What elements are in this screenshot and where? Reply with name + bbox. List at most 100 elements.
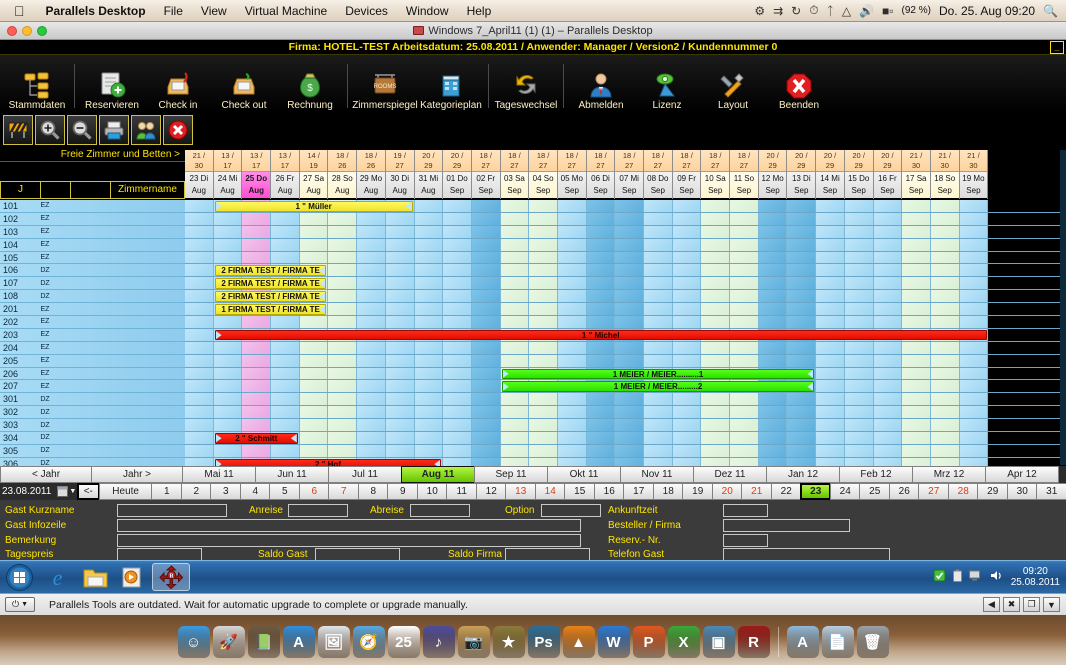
- grid-cell[interactable]: [586, 200, 616, 212]
- grid-cell[interactable]: [644, 406, 673, 419]
- grid-cell[interactable]: [443, 444, 472, 457]
- grid-cell[interactable]: [414, 419, 444, 432]
- grid-cell[interactable]: [787, 316, 817, 328]
- grid-cell[interactable]: [959, 290, 989, 303]
- hotel-app-icon[interactable]: R: [152, 563, 190, 591]
- left-arrow-icon[interactable]: ◀: [983, 597, 1000, 612]
- date-column[interactable]: 18 /27 08 Do Sep: [644, 150, 673, 199]
- year-next-button[interactable]: Jahr >: [91, 466, 183, 483]
- grid-cell[interactable]: [443, 225, 472, 238]
- grid-cell[interactable]: [357, 225, 386, 238]
- date-column[interactable]: 18 /27 05 Mo Sep: [557, 150, 587, 199]
- grid-row[interactable]: [185, 341, 1060, 355]
- grid-cell[interactable]: [443, 406, 472, 419]
- grid-cell[interactable]: [816, 432, 845, 444]
- grid-cell[interactable]: [959, 380, 989, 393]
- app-store-icon[interactable]: A: [282, 626, 315, 658]
- grid-cell[interactable]: [557, 264, 587, 277]
- grid-cell[interactable]: [471, 212, 501, 225]
- grid-cell[interactable]: [271, 367, 300, 380]
- grid-cell[interactable]: [213, 354, 243, 367]
- reservation-bar[interactable]: 1 MEIER / MEIER..........1: [501, 368, 815, 380]
- printer-icon[interactable]: [99, 115, 129, 145]
- grid-cell[interactable]: [701, 354, 731, 367]
- photoshop-icon[interactable]: Ps: [527, 626, 560, 658]
- grid-cell[interactable]: [557, 444, 587, 457]
- day-button[interactable]: 20: [711, 483, 743, 500]
- grid-cell[interactable]: [586, 444, 616, 457]
- grid-cell[interactable]: [414, 277, 444, 290]
- grid-cell[interactable]: [844, 264, 874, 277]
- grid-cell[interactable]: [242, 393, 272, 406]
- grid-cell[interactable]: [213, 367, 243, 380]
- word-icon[interactable]: W: [597, 626, 630, 658]
- grid-cell[interactable]: [758, 251, 788, 264]
- form-input[interactable]: [117, 504, 227, 517]
- grid-cell[interactable]: [385, 419, 415, 432]
- network-icon[interactable]: [968, 569, 983, 585]
- reservation-bar[interactable]: 2 " Schmitt: [214, 433, 298, 444]
- spotlight-search-icon[interactable]: 🔍: [1043, 4, 1058, 18]
- grid-cell[interactable]: [357, 290, 386, 303]
- grid-cell[interactable]: [443, 212, 472, 225]
- grid-cell[interactable]: [328, 303, 358, 316]
- grid-cell[interactable]: [414, 367, 444, 380]
- grid-cell[interactable]: [873, 367, 903, 380]
- grid-cell[interactable]: [529, 303, 558, 316]
- grid-row[interactable]: 2 FIRMA TEST / FIRMA TE: [185, 290, 1060, 304]
- room-row[interactable]: 104 EZ: [0, 238, 185, 252]
- grid-row[interactable]: [185, 419, 1060, 433]
- grid-cell[interactable]: [185, 303, 214, 316]
- grid-row[interactable]: [185, 406, 1060, 420]
- date-column[interactable]: 20 /29 14 Mi Sep: [816, 150, 845, 199]
- date-column[interactable]: 20 /29 16 Fr Sep: [873, 150, 903, 199]
- day-button[interactable]: 6: [298, 483, 330, 500]
- form-input[interactable]: [117, 534, 581, 547]
- grid-cell[interactable]: [615, 277, 644, 290]
- grid-cell[interactable]: [787, 200, 817, 212]
- grid-cell[interactable]: [500, 316, 530, 328]
- reservation-bar[interactable]: 2 FIRMA TEST / FIRMA TE: [214, 265, 327, 276]
- date-column[interactable]: 21 /30 17 Sa Sep: [902, 150, 931, 199]
- grid-cell[interactable]: [758, 212, 788, 225]
- grid-cell[interactable]: [185, 380, 214, 393]
- grid-cell[interactable]: [299, 380, 329, 393]
- grid-cell[interactable]: [758, 419, 788, 432]
- grid-cell[interactable]: [271, 238, 300, 251]
- grid-cell[interactable]: [816, 406, 845, 419]
- grid-cell[interactable]: [672, 406, 702, 419]
- grid-cell[interactable]: [328, 380, 358, 393]
- guests-icon[interactable]: [131, 115, 161, 145]
- room-row[interactable]: 305 DZ: [0, 444, 185, 458]
- grid-cell[interactable]: [357, 238, 386, 251]
- grid-cell[interactable]: [357, 380, 386, 393]
- close-icon[interactable]: [163, 115, 193, 145]
- sync-icon[interactable]: ↻: [791, 4, 801, 18]
- grid-cell[interactable]: [271, 406, 300, 419]
- grid-cell[interactable]: [385, 264, 415, 277]
- powerpoint-icon[interactable]: P: [632, 626, 665, 658]
- grid-row[interactable]: [185, 316, 1060, 329]
- grid-cell[interactable]: [758, 200, 788, 212]
- room-row[interactable]: 201 EZ: [0, 303, 185, 317]
- grid-cell[interactable]: [414, 290, 444, 303]
- grid-cell[interactable]: [242, 238, 272, 251]
- grid-cell[interactable]: [959, 264, 989, 277]
- grid-row[interactable]: [185, 251, 1060, 265]
- date-column[interactable]: 13 /17 26 Fr Aug: [271, 150, 300, 199]
- grid-cell[interactable]: [299, 238, 329, 251]
- grid-cell[interactable]: [385, 393, 415, 406]
- grid-cell[interactable]: [816, 303, 845, 316]
- date-column[interactable]: 21 /30 18 So Sep: [930, 150, 960, 199]
- day-button[interactable]: 22: [770, 483, 802, 500]
- grid-cell[interactable]: [213, 419, 243, 432]
- barrier-icon[interactable]: [3, 115, 33, 145]
- grid-cell[interactable]: [242, 225, 272, 238]
- grid-cell[interactable]: [414, 303, 444, 316]
- grid-cell[interactable]: [414, 354, 444, 367]
- day-button[interactable]: 18: [652, 483, 684, 500]
- grid-cell[interactable]: [385, 212, 415, 225]
- remote-desktop-icon[interactable]: ▣: [702, 626, 735, 658]
- grid-cell[interactable]: [758, 238, 788, 251]
- reservation-bar[interactable]: 1 MEIER / MEIER.........2: [501, 381, 815, 392]
